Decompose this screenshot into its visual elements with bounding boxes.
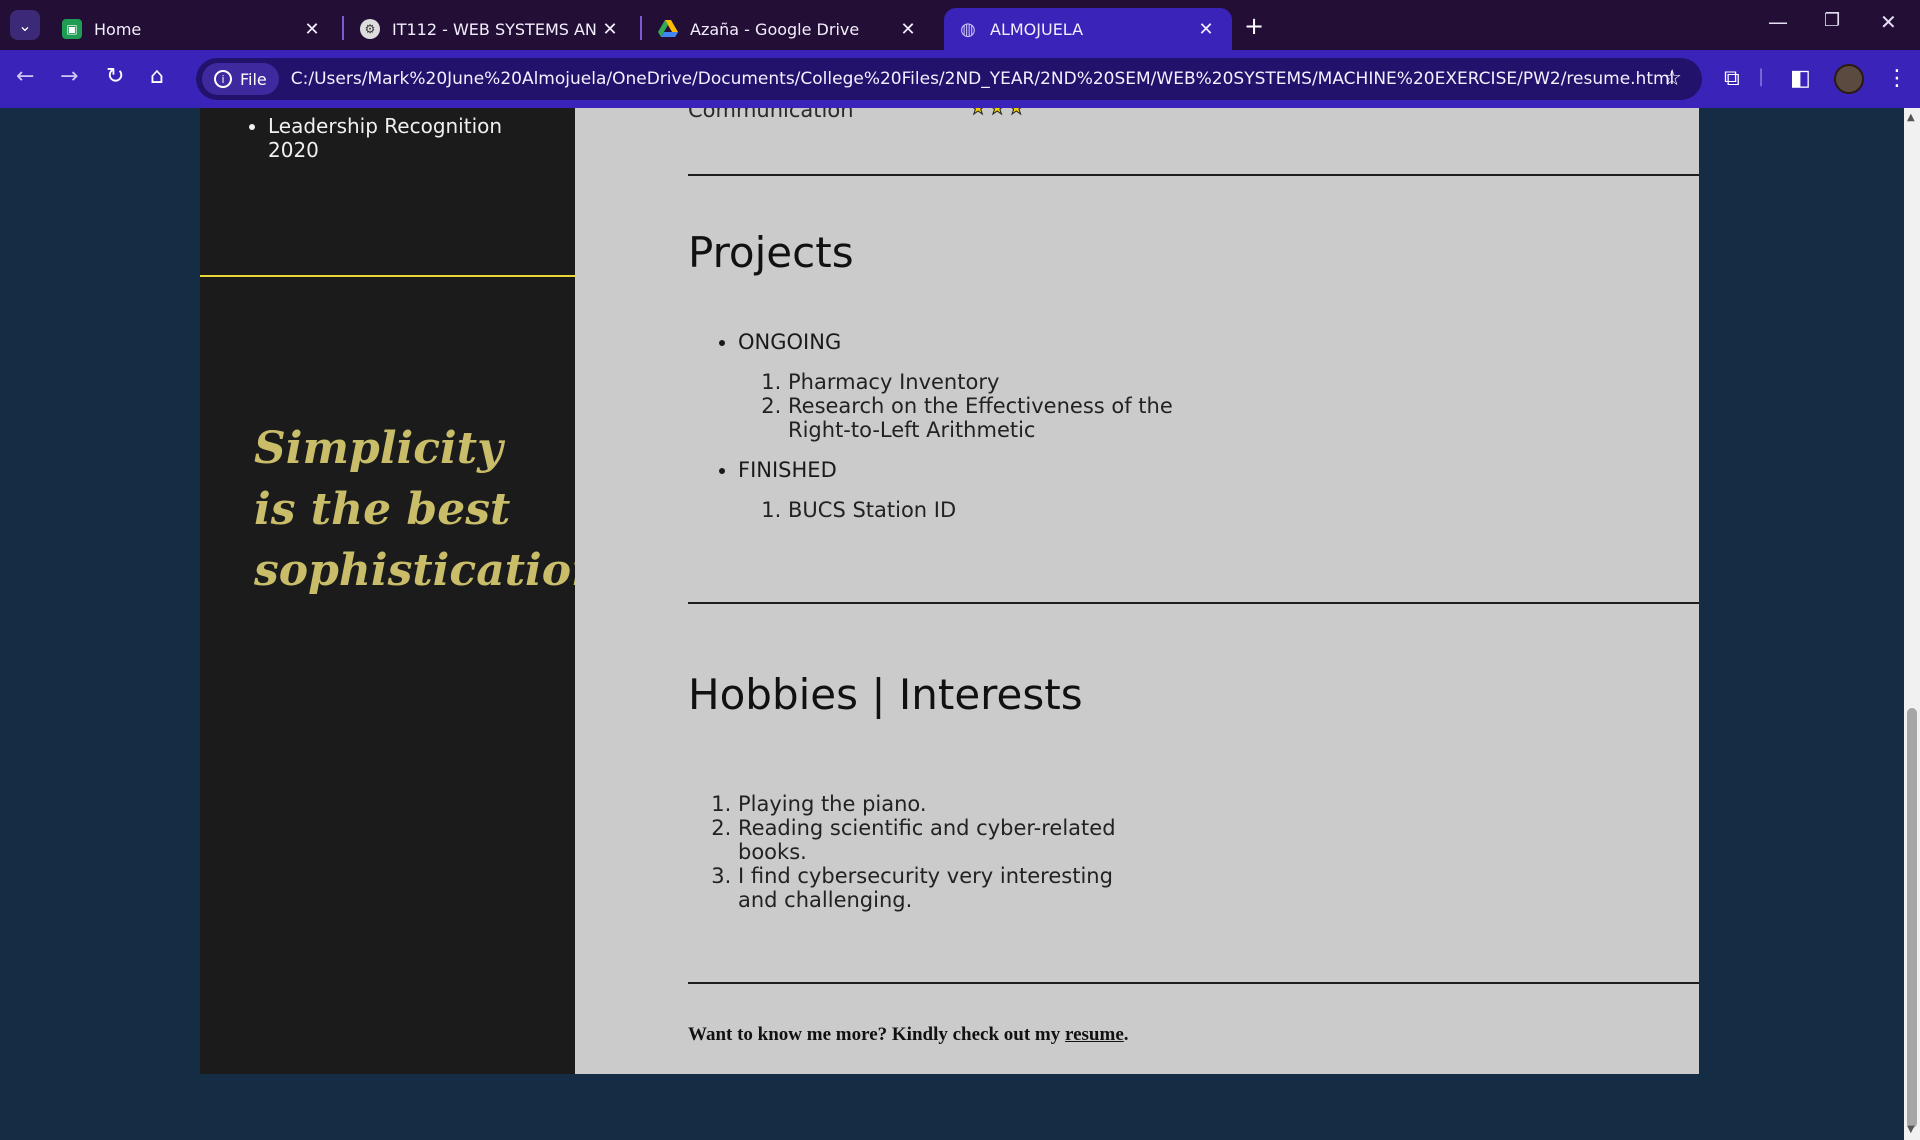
close-icon[interactable]: ✕ xyxy=(598,19,622,40)
sidebar-quote: Simplicity is the best sophistication. xyxy=(254,423,619,596)
scroll-down-icon[interactable]: ▼ xyxy=(1907,1124,1915,1135)
site-info-chip[interactable]: i File xyxy=(202,63,279,95)
list-item: Reading scientific and cyber-related boo… xyxy=(738,816,1148,864)
tab-separator xyxy=(640,16,642,40)
project-category: FINISHED xyxy=(738,458,837,482)
scroll-up-icon[interactable]: ▲ xyxy=(1907,112,1915,123)
arrow-left-icon: ← xyxy=(16,64,35,89)
close-icon[interactable]: ✕ xyxy=(1194,19,1218,40)
minimize-button[interactable]: — xyxy=(1768,10,1788,34)
list-item: ONGOING Pharmacy Inventory Research on t… xyxy=(738,330,1288,442)
list-item: Leadership Recognition 2020 xyxy=(268,114,528,162)
close-icon[interactable]: ✕ xyxy=(300,19,324,40)
google-drive-icon xyxy=(658,19,678,39)
home-icon: ⌂ xyxy=(150,64,164,89)
footer-period: . xyxy=(1123,1024,1129,1045)
profile-avatar[interactable] xyxy=(1834,64,1864,94)
globe-icon: ◍ xyxy=(960,18,976,40)
url-text[interactable]: C:/Users/Mark%20June%20Almojuela/OneDriv… xyxy=(291,69,1675,89)
tab-title: Home xyxy=(94,19,142,39)
tab-separator xyxy=(342,16,344,40)
list-item: BUCS Station ID xyxy=(788,498,1208,522)
resume-link[interactable]: resume xyxy=(1065,1024,1124,1045)
star-rating-icon: ★★★ xyxy=(969,108,1028,120)
tab-strip: ⌄ ▣ Home ✕ ⚙ IT112 - WEB SYSTEMS AND TEC… xyxy=(0,0,1920,50)
sidebar-divider xyxy=(200,275,575,277)
projects-list: ONGOING Pharmacy Inventory Research on t… xyxy=(688,330,1288,538)
tab-home[interactable]: ▣ Home ✕ xyxy=(48,8,338,50)
list-item: FINISHED BUCS Station ID xyxy=(738,458,1288,522)
toolbar-separator: | xyxy=(1758,66,1765,87)
vertical-scrollbar[interactable]: ▲ ▼ xyxy=(1904,108,1920,1140)
address-bar[interactable]: i File C:/Users/Mark%20June%20Almojuela/… xyxy=(196,58,1702,100)
side-panel-icon[interactable]: ◧ xyxy=(1790,66,1811,91)
close-icon[interactable]: ✕ xyxy=(896,19,920,40)
list-item: Pharmacy Inventory xyxy=(788,370,1208,394)
achievements-list: 2023 Leadership Recognition 2020 xyxy=(244,108,528,174)
projects-heading: Projects xyxy=(688,228,854,277)
new-tab-button[interactable]: + xyxy=(1244,12,1264,40)
hobbies-list: Playing the piano. Reading scientific an… xyxy=(688,792,1148,912)
skill-label: Communication xyxy=(688,108,854,122)
list-item: Research on the Effectiveness of the Rig… xyxy=(788,394,1208,442)
footer-note: Want to know me more? Kindly check out m… xyxy=(688,1024,1129,1046)
classroom-icon: ▣ xyxy=(62,19,82,39)
project-category: ONGOING xyxy=(738,330,842,354)
section-divider xyxy=(688,174,1699,176)
back-button[interactable]: ← xyxy=(16,64,34,89)
home-button[interactable]: ⌂ xyxy=(150,64,164,89)
tab-search-button[interactable]: ⌄ xyxy=(10,10,40,40)
section-divider xyxy=(688,602,1699,604)
section-divider xyxy=(688,982,1699,984)
tab-google-drive[interactable]: Azaña - Google Drive ✕ xyxy=(644,8,934,50)
arrow-right-icon: → xyxy=(60,64,79,89)
window-close-button[interactable]: ✕ xyxy=(1880,10,1897,34)
sidebar: 2023 Leadership Recognition 2020 Simplic… xyxy=(200,108,619,1074)
list-item: Playing the piano. xyxy=(738,792,1148,816)
tab-almojuela[interactable]: ◍ ALMOJUELA ✕ xyxy=(944,8,1232,50)
scrollbar-thumb[interactable] xyxy=(1907,708,1917,1128)
university-seal-icon: ⚙ xyxy=(360,19,380,39)
page-viewport: 2023 Leadership Recognition 2020 Simplic… xyxy=(0,108,1904,1140)
info-icon: i xyxy=(214,70,232,88)
footer-text: Want to know me more? Kindly check out m… xyxy=(688,1024,1066,1045)
chevron-down-icon: ⌄ xyxy=(18,15,32,35)
reload-button[interactable]: ↻ xyxy=(106,64,124,89)
bookmark-star-icon[interactable]: ☆ xyxy=(1662,66,1682,91)
tab-title: Azaña - Google Drive xyxy=(690,19,860,39)
tab-title: ALMOJUELA xyxy=(990,19,1084,39)
reload-icon: ↻ xyxy=(106,64,125,89)
list-item: I find cybersecurity very interesting an… xyxy=(738,864,1148,912)
hobbies-heading: Hobbies | Interests xyxy=(688,670,1083,719)
menu-dots-icon[interactable]: ⋮ xyxy=(1886,66,1908,91)
chip-label: File xyxy=(240,69,267,89)
extensions-icon[interactable]: ⧉ xyxy=(1724,66,1740,91)
tab-title: IT112 - WEB SYSTEMS AND TEC xyxy=(392,19,598,39)
restore-button[interactable]: ❐ xyxy=(1824,10,1840,31)
tab-it112[interactable]: ⚙ IT112 - WEB SYSTEMS AND TEC ✕ xyxy=(346,8,636,50)
forward-button[interactable]: → xyxy=(60,64,78,89)
main-content: Communication ★★★ Projects ONGOING Pharm… xyxy=(575,108,1699,1074)
